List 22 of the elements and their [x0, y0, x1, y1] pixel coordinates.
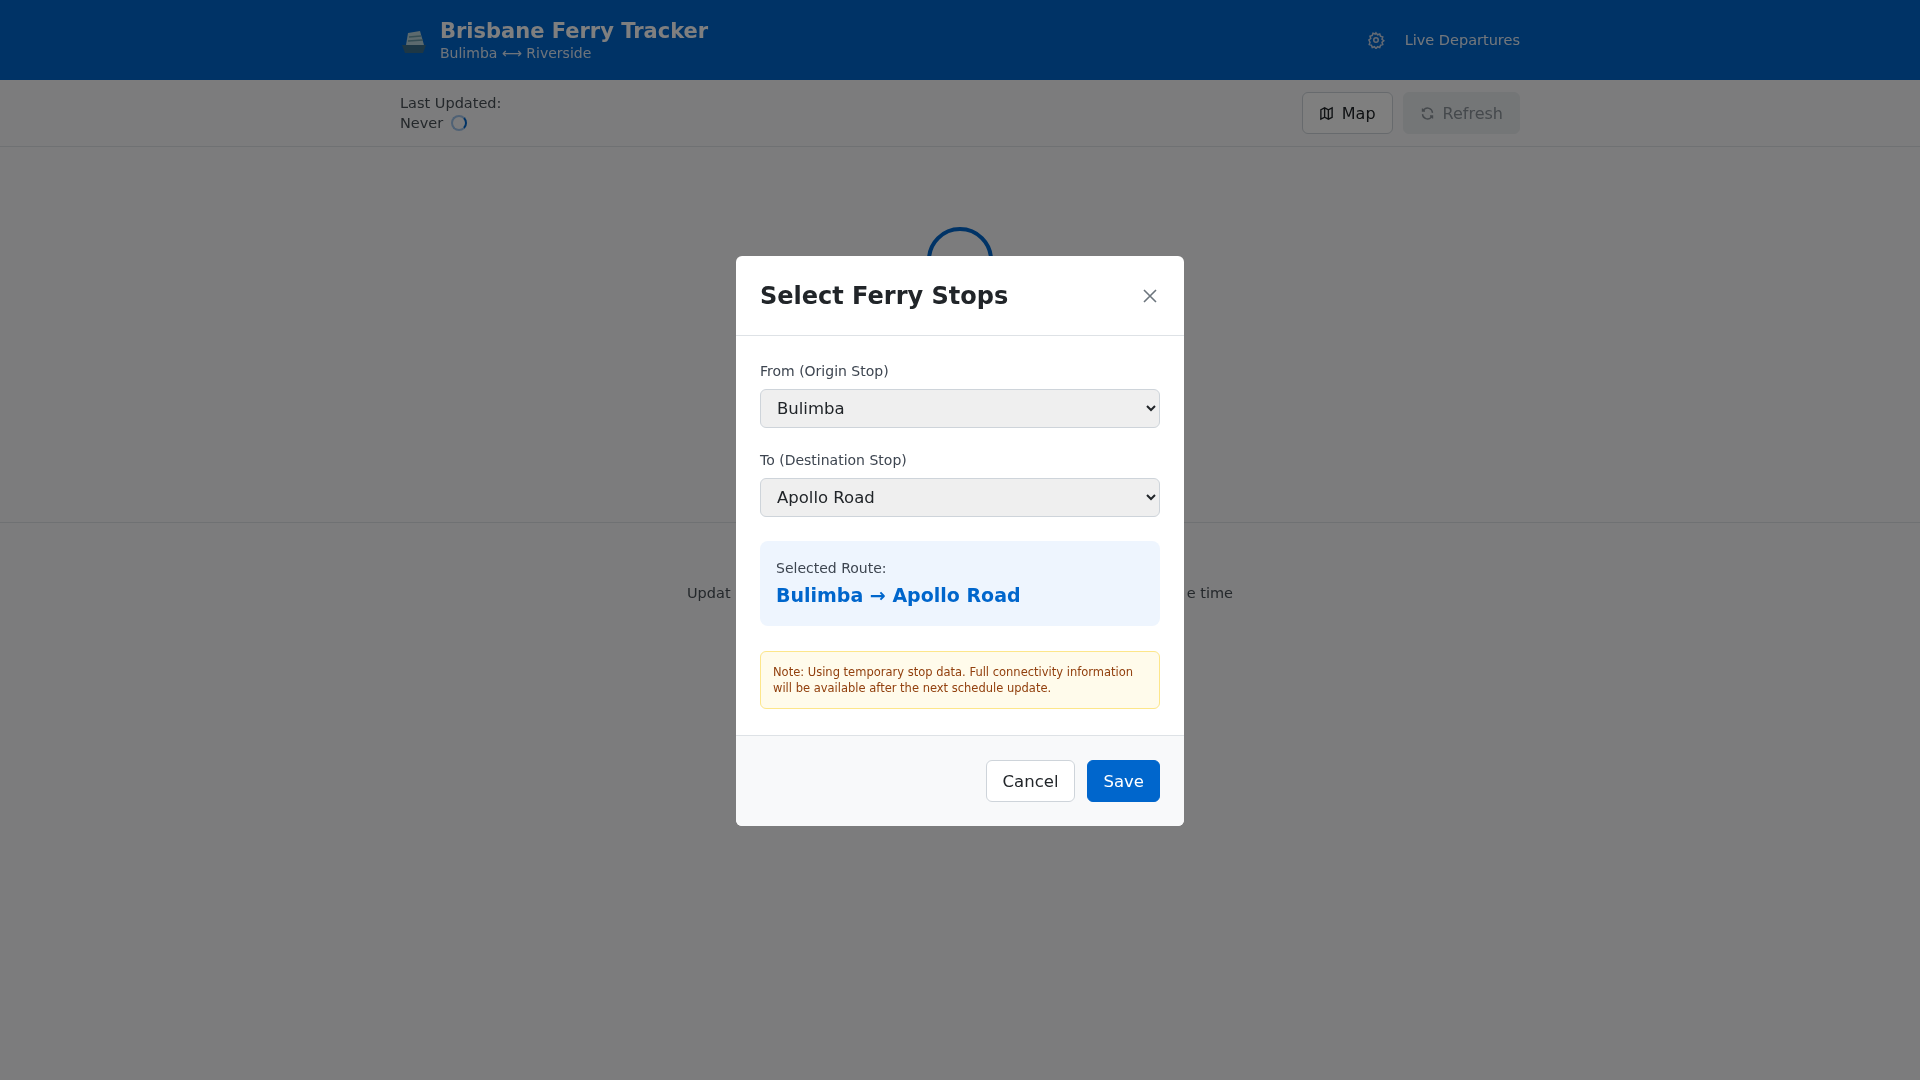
route-label: Selected Route: [776, 560, 888, 576]
settings-icon[interactable] [1366, 31, 1385, 49]
save-button[interactable]: Save [1087, 760, 1160, 802]
dialog-title: Select Ferry Stops [760, 281, 1009, 310]
hint-text: e time [1186, 585, 1233, 601]
app-title: Brisbane Ferry Tracker [440, 19, 709, 43]
note-text: Note: Using temporary stop data. Full connectivity information will be available after the next schedule update. [773, 665, 1134, 695]
field-label: From (Origin Stop) [760, 363, 890, 379]
hint-text: Updat [687, 585, 731, 601]
route-value: Bulimba → Apollo Road [776, 584, 1022, 606]
field-label: To (Destination Stop) [760, 452, 908, 468]
last-updated-label: Last Updated: [400, 95, 502, 111]
map-icon [1318, 105, 1334, 121]
live-departures-link[interactable]: Live Departures [1404, 32, 1520, 48]
stop-select[interactable]: Apollo Road [760, 478, 1160, 517]
stop-select[interactable]: Bulimba [760, 389, 1160, 428]
map-button[interactable]: Map [1301, 92, 1393, 134]
route-subtitle: Bulimba ⟷ Riverside [440, 45, 593, 61]
cancel-button[interactable]: Cancel [985, 760, 1076, 802]
refresh-icon [1419, 105, 1435, 121]
close-icon[interactable] [1142, 287, 1158, 304]
last-updated-value: Never [400, 115, 444, 131]
